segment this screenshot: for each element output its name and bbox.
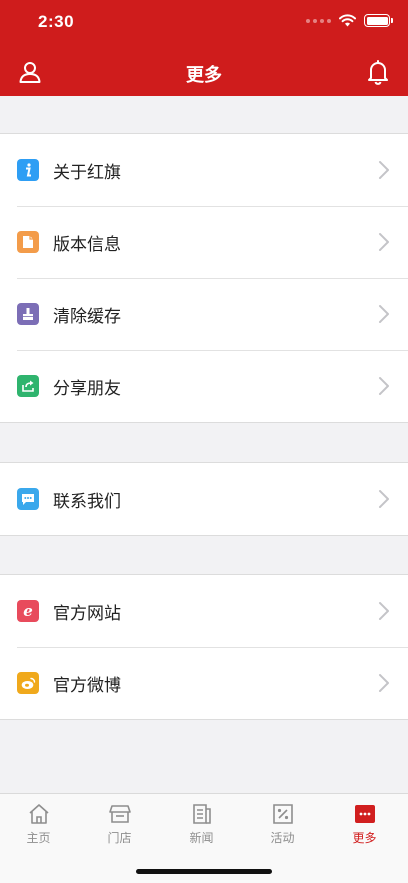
tab-label: 新闻 [189,831,214,845]
browser-e-icon: e [17,600,39,622]
tab-news[interactable]: 新闻 [161,802,242,846]
status-time: 2:30 [38,12,75,31]
tab-activity[interactable]: 活动 [242,802,323,846]
menu-item-contact[interactable]: 联系我们 [0,463,408,535]
chevron-right-icon [379,377,389,395]
tab-label: 更多 [352,831,377,845]
menu-item-clear-cache[interactable]: 清除缓存 [0,278,408,350]
share-icon [17,375,39,397]
chevron-right-icon [379,602,389,620]
battery-icon [364,14,393,27]
wifi-icon [339,14,356,27]
chat-icon [17,488,39,510]
tab-home[interactable]: 主页 [0,802,79,846]
weibo-icon [17,672,39,694]
chevron-right-icon [379,305,389,323]
menu-item-label: 清除缓存 [53,306,121,326]
menu-item-label: 版本信息 [53,234,121,254]
chevron-right-icon [379,490,389,508]
more-icon [354,805,375,823]
tab-store[interactable]: 门店 [79,802,160,846]
tab-bar: 主页 门店 新闻 活动 更多 [0,793,408,883]
menu-item-label: 关于红旗 [53,162,121,182]
cellular-signal-icon [306,18,331,23]
status-icons [306,14,393,27]
menu-item-label: 联系我们 [53,491,121,511]
tab-label: 门店 [107,831,132,845]
menu-item-label: 分享朋友 [53,378,121,398]
chevron-right-icon [379,674,389,692]
news-icon [192,804,211,824]
bell-icon[interactable] [366,59,390,85]
document-icon [17,231,39,253]
menu-item-label: 官方微博 [53,675,121,695]
home-indicator [136,869,272,874]
tab-label: 主页 [26,831,51,845]
menu-item-weibo[interactable]: 官方微博 [0,647,408,719]
menu-group-about: 关于红旗 版本信息 清除缓存 分享朋友 [0,133,408,423]
tab-label: 活动 [270,831,295,845]
tab-more[interactable]: 更多 [324,802,405,846]
menu-item-website[interactable]: e 官方网站 [0,575,408,647]
menu-item-share[interactable]: 分享朋友 [0,350,408,422]
home-icon [28,804,49,824]
page-title: 更多 [186,65,222,85]
brush-icon [17,303,39,325]
menu-item-label: 官方网站 [53,603,121,623]
app-header: 2:30 更多 [0,0,408,96]
chevron-right-icon [379,233,389,251]
percent-tag-icon [272,804,293,824]
menu-item-about[interactable]: 关于红旗 [0,134,408,206]
chevron-right-icon [379,161,389,179]
menu-group-contact: 联系我们 [0,462,408,536]
info-icon [17,159,39,181]
menu-item-version[interactable]: 版本信息 [0,206,408,278]
menu-group-official: e 官方网站 官方微博 [0,574,408,720]
store-icon [108,805,131,823]
